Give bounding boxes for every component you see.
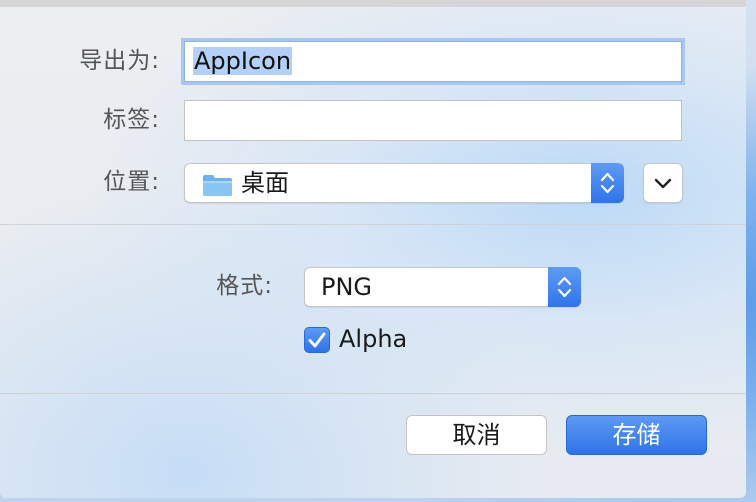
location-value: 桌面 (241, 169, 289, 197)
up-down-chevron-icon (557, 276, 572, 298)
divider-bottom (0, 393, 746, 394)
save-button[interactable]: 存储 (566, 415, 707, 455)
checkmark-icon (308, 332, 326, 348)
format-value: PNG (321, 273, 373, 301)
tags-input[interactable] (184, 100, 682, 141)
expand-button[interactable] (643, 163, 683, 203)
cancel-button[interactable]: 取消 (406, 415, 547, 455)
export-as-label: 导出为: (79, 48, 160, 74)
tags-label: 标签: (103, 107, 160, 133)
export-dialog: 导出为: AppIcon 标签: 位置: 桌面 格式: PNG Alpha 取消… (0, 0, 746, 498)
export-as-input[interactable]: AppIcon (184, 41, 682, 82)
format-label: 格式: (216, 273, 273, 299)
location-stepper[interactable] (591, 163, 624, 203)
alpha-checkbox[interactable] (304, 327, 330, 353)
export-as-value: AppIcon (193, 47, 293, 75)
folder-icon (202, 173, 233, 201)
chevron-down-icon (654, 178, 672, 189)
format-popup[interactable]: PNG (304, 267, 581, 307)
location-popup[interactable]: 桌面 (184, 163, 624, 203)
alpha-label[interactable]: Alpha (339, 319, 407, 359)
divider-top (0, 224, 746, 225)
format-stepper[interactable] (548, 267, 581, 307)
location-label: 位置: (103, 169, 160, 195)
up-down-chevron-icon (600, 172, 615, 194)
